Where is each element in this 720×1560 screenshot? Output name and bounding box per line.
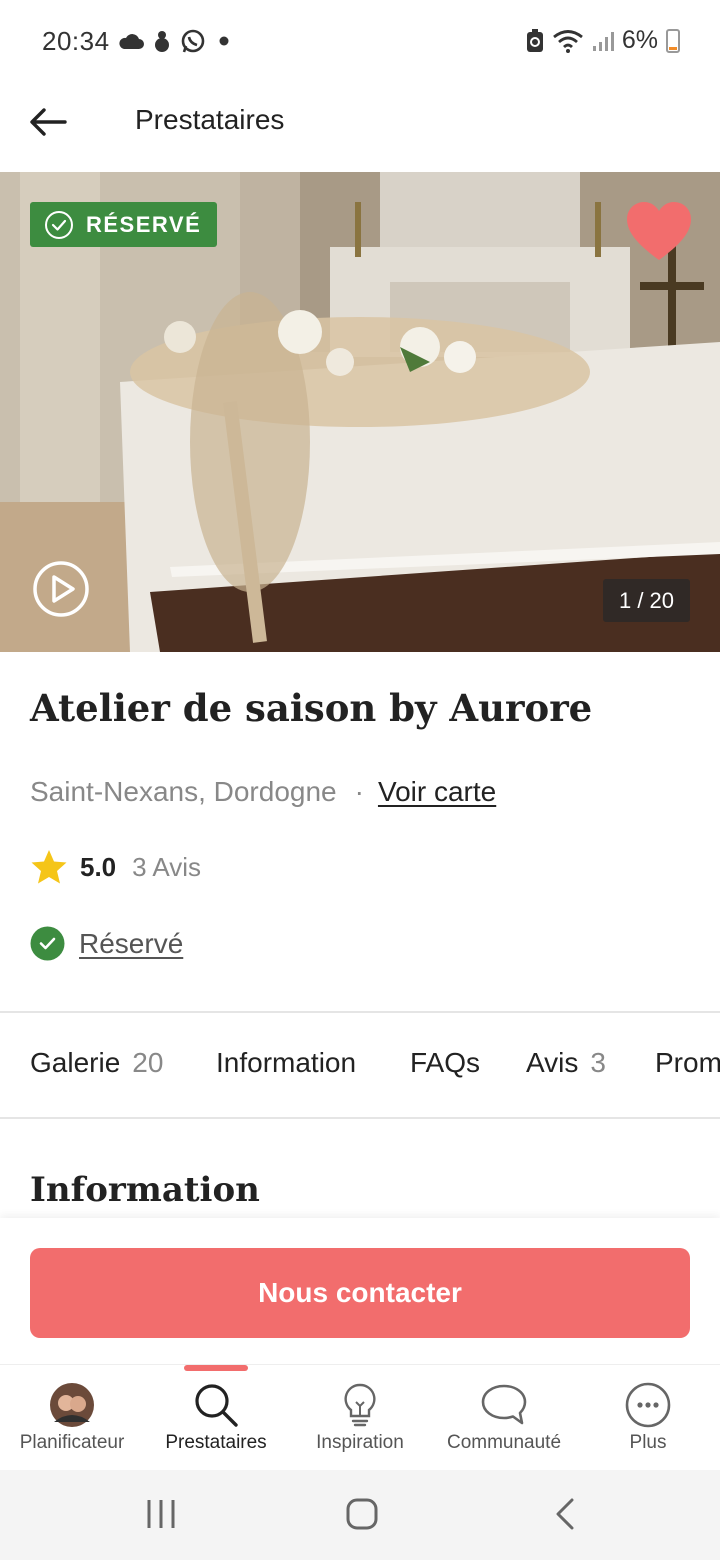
gallery-counter: 1 / 20 [603,579,690,622]
nav-communaute[interactable]: Communauté [432,1365,576,1471]
tab-label: FAQs [410,1047,481,1078]
section-title: Information [30,1170,260,1210]
contact-bar: Nous contacter [0,1218,720,1364]
reviews-count: 3 Avis [132,851,202,882]
nav-inspiration[interactable]: Inspiration [288,1365,432,1471]
arrow-left-icon [30,108,67,136]
nav-label: Communauté [446,1432,562,1453]
rating-row[interactable]: 5.0 3 Avis [30,848,201,886]
tab-faqs[interactable]: FAQs [410,1047,480,1079]
section-tabs: Galerie 20 Information FAQs Avis 3 Prom [0,1013,720,1117]
reserved-link[interactable]: Réservé [79,928,183,960]
nav-label: Prestataires [165,1432,267,1453]
tab-avis[interactable]: Avis 3 [526,1047,606,1079]
tab-label: Information [216,1047,357,1078]
reserved-status[interactable]: Réservé [30,926,183,961]
tab-label: Avis [526,1047,579,1078]
play-video-button[interactable] [32,560,90,618]
tab-label: Galerie [30,1047,121,1078]
status-system-icons: 6% [526,26,680,55]
tab-promotions[interactable]: Prom [655,1047,720,1079]
favorite-button[interactable] [624,200,694,264]
reserved-badge: RÉSERVÉ [30,202,218,247]
divider [0,1117,720,1119]
page-title: Prestataires [135,104,285,135]
nav-label: Plus [629,1432,667,1453]
signal-icon [592,31,614,51]
check-circle-icon [30,926,65,961]
status-notification-icons [118,28,234,54]
status-bar: 20:34 6% [0,0,720,84]
star-icon [31,850,67,884]
tab-label: Prom [655,1047,720,1078]
snowman-icon [155,31,169,52]
app-header: Prestataires [0,84,720,172]
play-icon [33,561,89,617]
more-icon [625,1382,671,1428]
vendor-location: Saint-Nexans, Dordogne [30,776,337,807]
cloud-icon [119,34,144,49]
nav-label: Planificateur [19,1432,125,1453]
chat-bubble-icon [481,1384,527,1425]
home-icon[interactable] [344,1496,380,1532]
system-back-icon[interactable] [550,1496,580,1532]
nav-planificateur[interactable]: Planificateur [0,1365,144,1471]
battery-percent: 6% [621,26,658,54]
location-row: Saint-Nexans, Dordogne · Voir carte [30,776,496,808]
system-navigation-bar [0,1470,720,1560]
view-map-link[interactable]: Voir carte [378,776,496,808]
check-circle-icon [45,210,73,239]
tab-information[interactable]: Information [216,1047,356,1079]
search-icon [195,1384,238,1427]
battery-icon [666,28,680,53]
whatsapp-icon [181,29,205,53]
tab-count: 20 [132,1047,164,1078]
back-button[interactable] [24,98,72,146]
vendor-name: Atelier de saison by Aurore [30,686,593,730]
recent-apps-icon[interactable] [144,1496,178,1532]
status-time: 20:34 [42,26,110,56]
battery-saver-icon [526,28,543,52]
nav-plus[interactable]: Plus [576,1365,720,1471]
avatar-icon [50,1383,94,1427]
reserved-badge-label: RÉSERVÉ [86,211,202,237]
location-separator: · [354,776,364,807]
contact-button[interactable]: Nous contacter [30,1248,690,1338]
heart-icon [627,202,691,260]
tab-galerie[interactable]: Galerie 20 [30,1047,163,1079]
lightbulb-icon [344,1383,376,1427]
nav-label: Inspiration [316,1432,404,1453]
nav-prestataires[interactable]: Prestataires [144,1365,288,1471]
rating-value: 5.0 [80,851,117,882]
tab-count: 3 [590,1047,606,1078]
wifi-icon [552,29,583,53]
bottom-navigation: Planificateur Prestataires Inspiration C… [0,1364,720,1470]
dot-icon [219,36,229,46]
